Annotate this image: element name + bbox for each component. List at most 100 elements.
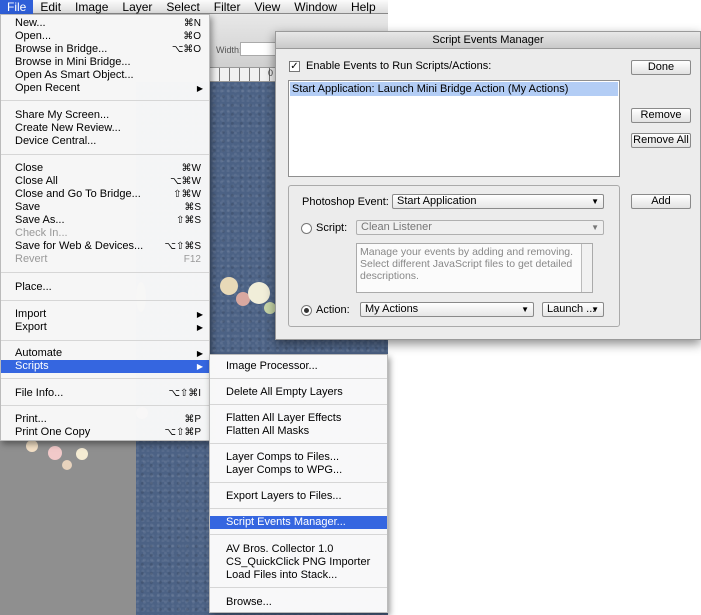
menu-item-label: Print One Copy	[15, 426, 91, 438]
menu-item-shortcut: ⌥⇧⌘I	[168, 388, 201, 399]
menu-item-shortcut: ⌥⌘O	[171, 44, 201, 55]
scripts-item-delete-empty-layers[interactable]: Delete All Empty Layers	[210, 386, 387, 399]
menu-item-shortcut: F12	[183, 254, 201, 265]
menu-item-label: Close All	[15, 175, 58, 187]
file-menu-item-save[interactable]: Save ⌘S	[1, 201, 209, 214]
action-set-value: My Actions	[365, 303, 419, 315]
action-dropdown[interactable]: Launch ... ▼	[542, 302, 604, 317]
file-menu-item-new[interactable]: New... ⌘N	[1, 17, 209, 30]
file-menu-item-close-all[interactable]: Close All ⌥⌘W	[1, 175, 209, 188]
description-scrollbar[interactable]	[581, 244, 592, 292]
scripts-item-image-processor[interactable]: Image Processor...	[210, 360, 387, 373]
dialog-title: Script Events Manager	[276, 32, 700, 49]
menu-item-label: Open...	[15, 30, 52, 42]
scripts-item-script-events-manager[interactable]: Script Events Manager...	[210, 516, 387, 529]
scripts-item-av-bros-collector[interactable]: AV Bros. Collector 1.0	[210, 543, 387, 556]
menu-separator	[1, 405, 209, 406]
submenu-arrow-icon: ▶	[196, 310, 203, 319]
scripts-item-flatten-layer-effects[interactable]: Flatten All Layer Effects	[210, 412, 387, 425]
menu-item-label: Save	[15, 201, 41, 213]
width-label: Width:	[216, 45, 242, 55]
menu-item-shortcut: ⌥⇧⌘P	[164, 427, 201, 438]
file-menu-item-open[interactable]: Open... ⌘O	[1, 30, 209, 43]
file-menu-item-save-as[interactable]: Save As... ⇧⌘S	[1, 214, 209, 227]
menu-item-label: Device Central...	[15, 135, 97, 147]
scripts-item-browse[interactable]: Browse...	[210, 596, 387, 609]
ruler-label: 0	[268, 68, 274, 78]
action-value: Launch ...	[547, 303, 596, 315]
file-menu-item-revert: Revert F12	[1, 253, 209, 266]
chevron-down-icon: ▼	[521, 305, 529, 314]
menu-item-label: Check In...	[15, 227, 68, 239]
file-menu-item-close-go-bridge[interactable]: Close and Go To Bridge... ⇧⌘W	[1, 188, 209, 201]
event-list[interactable]: Start Application: Launch Mini Bridge Ac…	[288, 80, 620, 177]
menu-item-shortcut: ⌥⌘W	[170, 176, 201, 187]
done-button[interactable]: Done	[631, 60, 691, 75]
file-menu-item-file-info[interactable]: File Info... ⌥⇧⌘I	[1, 387, 209, 400]
menu-file[interactable]: File	[0, 0, 34, 14]
file-menu-item-open-recent[interactable]: Open Recent ▶	[1, 82, 209, 95]
script-dropdown[interactable]: Clean Listener ▼	[356, 220, 604, 235]
menu-help[interactable]: Help	[344, 0, 383, 14]
menu-item-label: Close and Go To Bridge...	[15, 188, 141, 200]
menu-select[interactable]: Select	[159, 0, 206, 14]
file-menu-item-automate[interactable]: Automate ▶	[1, 347, 209, 360]
menu-item-shortcut: ⇧⌘S	[175, 215, 201, 226]
menu-item-shortcut: ⌘W	[181, 163, 201, 174]
canvas-decoration	[62, 460, 72, 470]
scripts-item-export-layers[interactable]: Export Layers to Files...	[210, 490, 387, 503]
menu-item-label: Close	[15, 162, 44, 174]
file-menu-item-browse-mini-bridge[interactable]: Browse in Mini Bridge...	[1, 56, 209, 69]
scripts-item-layer-comps-wpg[interactable]: Layer Comps to WPG...	[210, 464, 387, 477]
file-menu-item-create-review[interactable]: Create New Review...	[1, 122, 209, 135]
enable-events-checkbox[interactable]: ✓	[289, 61, 300, 72]
file-menu-item-close[interactable]: Close ⌘W	[1, 162, 209, 175]
menu-layer[interactable]: Layer	[115, 0, 159, 14]
menu-separator	[1, 300, 209, 301]
menu-item-label: Create New Review...	[15, 122, 121, 134]
menu-item-label: Export	[15, 321, 47, 333]
photoshop-event-dropdown[interactable]: Start Application ▼	[392, 194, 604, 209]
menu-bar: File Edit Image Layer Select Filter View…	[0, 0, 388, 14]
script-radio[interactable]	[301, 223, 312, 234]
submenu-arrow-icon: ▶	[196, 362, 203, 371]
remove-button[interactable]: Remove	[631, 108, 691, 123]
menu-separator	[210, 378, 387, 379]
scripts-item-flatten-masks[interactable]: Flatten All Masks	[210, 425, 387, 438]
menu-window[interactable]: Window	[287, 0, 344, 14]
action-set-dropdown[interactable]: My Actions ▼	[360, 302, 534, 317]
description-text: Manage your events by adding and removin…	[356, 243, 593, 293]
file-menu-item-share-screen[interactable]: Share My Screen...	[1, 109, 209, 122]
file-menu-item-save-for-web[interactable]: Save for Web & Devices... ⌥⇧⌘S	[1, 240, 209, 253]
menu-view[interactable]: View	[247, 0, 287, 14]
canvas-decoration	[248, 282, 270, 304]
remove-all-button[interactable]: Remove All	[631, 133, 691, 148]
scripts-item-load-files-stack[interactable]: Load Files into Stack...	[210, 569, 387, 582]
scripts-submenu: Image Processor... Delete All Empty Laye…	[209, 354, 388, 613]
menu-edit[interactable]: Edit	[33, 0, 68, 14]
file-menu-item-print-one-copy[interactable]: Print One Copy ⌥⇧⌘P	[1, 426, 209, 439]
menu-item-label: Scripts	[15, 360, 49, 372]
scripts-item-quickclick-png[interactable]: CS_QuickClick PNG Importer	[210, 556, 387, 569]
menu-separator	[210, 482, 387, 483]
file-menu-item-browse-bridge[interactable]: Browse in Bridge... ⌥⌘O	[1, 43, 209, 56]
menu-separator	[1, 100, 209, 101]
file-menu-item-print[interactable]: Print... ⌘P	[1, 413, 209, 426]
canvas-decoration	[76, 448, 88, 460]
menu-item-label: Import	[15, 308, 47, 320]
file-menu-item-device-central[interactable]: Device Central...	[1, 135, 209, 148]
event-list-item[interactable]: Start Application: Launch Mini Bridge Ac…	[290, 82, 618, 96]
menu-image[interactable]: Image	[68, 0, 115, 14]
menu-filter[interactable]: Filter	[207, 0, 248, 14]
file-menu: New... ⌘N Open... ⌘O Browse in Bridge... ⌥⌘…	[0, 14, 210, 441]
action-radio[interactable]	[301, 305, 312, 316]
chevron-down-icon: ▼	[591, 223, 599, 232]
file-menu-item-scripts[interactable]: Scripts ▶	[1, 360, 209, 373]
menu-separator	[210, 443, 387, 444]
scripts-item-layer-comps-files[interactable]: Layer Comps to Files...	[210, 451, 387, 464]
add-button[interactable]: Add	[631, 194, 691, 209]
file-menu-item-export[interactable]: Export ▶	[1, 321, 209, 334]
file-menu-item-open-smart-object[interactable]: Open As Smart Object...	[1, 69, 209, 82]
file-menu-item-place[interactable]: Place...	[1, 281, 209, 294]
file-menu-item-import[interactable]: Import ▶	[1, 308, 209, 321]
